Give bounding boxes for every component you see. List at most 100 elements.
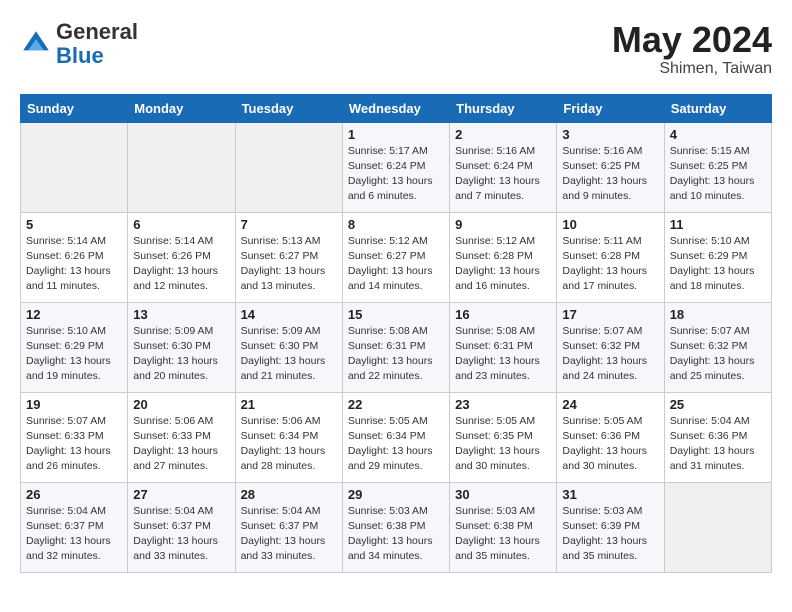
location-subtitle: Shimen, Taiwan [612, 60, 772, 78]
calendar-cell: 19 Sunrise: 5:07 AMSunset: 6:33 PMDayligh… [21, 392, 128, 482]
logo-blue: Blue [56, 43, 104, 68]
calendar-week-row: 5Sunrise: 5:14 AMSunset: 6:26 PMDaylight… [21, 212, 772, 302]
logo-text: General Blue [56, 20, 138, 68]
day-number: 30 [455, 487, 551, 502]
calendar-cell: 20 Sunrise: 5:06 AMSunset: 6:33 PMDayligh… [128, 392, 235, 482]
day-info: Sunrise: 5:07 AMSunset: 6:32 PMDaylight:… [670, 324, 766, 385]
day-number: 18 [670, 307, 766, 322]
calendar-cell: 18 Sunrise: 5:07 AMSunset: 6:32 PMDayligh… [664, 302, 771, 392]
day-number: 15 [348, 307, 444, 322]
day-info: Sunrise: 5:12 AMSunset: 6:28 PMDaylight:… [455, 234, 551, 295]
calendar-cell: 1 Sunrise: 5:17 AMSunset: 6:24 PMDaylight… [342, 122, 449, 212]
calendar-cell: 28 Sunrise: 5:04 AMSunset: 6:37 PMDayligh… [235, 482, 342, 572]
day-number: 27 [133, 487, 229, 502]
calendar-cell [664, 482, 771, 572]
calendar-cell [21, 122, 128, 212]
day-number: 1 [348, 127, 444, 142]
calendar-cell: 15 Sunrise: 5:08 AMSunset: 6:31 PMDayligh… [342, 302, 449, 392]
day-number: 7 [241, 217, 337, 232]
calendar-cell: 27 Sunrise: 5:04 AMSunset: 6:37 PMDayligh… [128, 482, 235, 572]
day-number: 3 [562, 127, 658, 142]
day-number: 31 [562, 487, 658, 502]
calendar-cell: 4 Sunrise: 5:15 AMSunset: 6:25 PMDaylight… [664, 122, 771, 212]
logo-icon [20, 28, 52, 60]
day-number: 14 [241, 307, 337, 322]
day-info: Sunrise: 5:03 AMSunset: 6:38 PMDaylight:… [455, 504, 551, 565]
day-info: Sunrise: 5:04 AMSunset: 6:37 PMDaylight:… [26, 504, 122, 565]
day-info: Sunrise: 5:13 AMSunset: 6:27 PMDaylight:… [241, 234, 337, 295]
day-number: 10 [562, 217, 658, 232]
day-info: Sunrise: 5:06 AMSunset: 6:33 PMDaylight:… [133, 414, 229, 475]
day-number: 13 [133, 307, 229, 322]
calendar-cell: 30 Sunrise: 5:03 AMSunset: 6:38 PMDayligh… [450, 482, 557, 572]
day-number: 16 [455, 307, 551, 322]
calendar-cell: 31 Sunrise: 5:03 AMSunset: 6:39 PMDayligh… [557, 482, 664, 572]
day-number: 9 [455, 217, 551, 232]
calendar-week-row: 26Sunrise: 5:04 AMSunset: 6:37 PMDayligh… [21, 482, 772, 572]
month-title: May 2024 [612, 20, 772, 60]
day-info: Sunrise: 5:12 AMSunset: 6:27 PMDaylight:… [348, 234, 444, 295]
day-number: 21 [241, 397, 337, 412]
logo-general: General [56, 19, 138, 44]
calendar-cell: 29 Sunrise: 5:03 AMSunset: 6:38 PMDayligh… [342, 482, 449, 572]
calendar-week-row: 12Sunrise: 5:10 AMSunset: 6:29 PMDayligh… [21, 302, 772, 392]
day-number: 20 [133, 397, 229, 412]
calendar-cell: 17 Sunrise: 5:07 AMSunset: 6:32 PMDayligh… [557, 302, 664, 392]
day-info: Sunrise: 5:09 AMSunset: 6:30 PMDaylight:… [241, 324, 337, 385]
calendar-cell [235, 122, 342, 212]
calendar-week-row: 19 Sunrise: 5:07 AMSunset: 6:33 PMDayligh… [21, 392, 772, 482]
day-info: Sunrise: 5:16 AMSunset: 6:25 PMDaylight:… [562, 144, 658, 205]
calendar-week-row: 1 Sunrise: 5:17 AMSunset: 6:24 PMDaylight… [21, 122, 772, 212]
calendar-cell: 14 Sunrise: 5:09 AMSunset: 6:30 PMDayligh… [235, 302, 342, 392]
day-info: Sunrise: 5:16 AMSunset: 6:24 PMDaylight:… [455, 144, 551, 205]
day-number: 4 [670, 127, 766, 142]
day-info: Sunrise: 5:08 AMSunset: 6:31 PMDaylight:… [455, 324, 551, 385]
calendar-cell: 2Sunrise: 5:16 AMSunset: 6:24 PMDaylight… [450, 122, 557, 212]
day-info: Sunrise: 5:05 AMSunset: 6:36 PMDaylight:… [562, 414, 658, 475]
calendar-table: SundayMondayTuesdayWednesdayThursdayFrid… [20, 94, 772, 573]
day-number: 24 [562, 397, 658, 412]
weekday-header-monday: Monday [128, 94, 235, 122]
day-info: Sunrise: 5:07 AMSunset: 6:33 PMDaylight:… [26, 414, 122, 475]
day-number: 17 [562, 307, 658, 322]
day-info: Sunrise: 5:05 AMSunset: 6:35 PMDaylight:… [455, 414, 551, 475]
weekday-header-tuesday: Tuesday [235, 94, 342, 122]
day-info: Sunrise: 5:10 AMSunset: 6:29 PMDaylight:… [670, 234, 766, 295]
calendar-cell: 23 Sunrise: 5:05 AMSunset: 6:35 PMDayligh… [450, 392, 557, 482]
day-number: 6 [133, 217, 229, 232]
day-number: 11 [670, 217, 766, 232]
day-number: 8 [348, 217, 444, 232]
day-info: Sunrise: 5:03 AMSunset: 6:39 PMDaylight:… [562, 504, 658, 565]
day-number: 19 [26, 397, 122, 412]
day-info: Sunrise: 5:04 AMSunset: 6:37 PMDaylight:… [241, 504, 337, 565]
day-info: Sunrise: 5:08 AMSunset: 6:31 PMDaylight:… [348, 324, 444, 385]
weekday-header-saturday: Saturday [664, 94, 771, 122]
weekday-header-sunday: Sunday [21, 94, 128, 122]
calendar-cell [128, 122, 235, 212]
weekday-header-friday: Friday [557, 94, 664, 122]
logo: General Blue [20, 20, 138, 68]
calendar-cell: 8 Sunrise: 5:12 AMSunset: 6:27 PMDaylight… [342, 212, 449, 302]
day-info: Sunrise: 5:11 AMSunset: 6:28 PMDaylight:… [562, 234, 658, 295]
day-number: 28 [241, 487, 337, 502]
day-number: 29 [348, 487, 444, 502]
calendar-cell: 13 Sunrise: 5:09 AMSunset: 6:30 PMDayligh… [128, 302, 235, 392]
day-number: 23 [455, 397, 551, 412]
day-info: Sunrise: 5:10 AMSunset: 6:29 PMDaylight:… [26, 324, 122, 385]
calendar-cell: 5Sunrise: 5:14 AMSunset: 6:26 PMDaylight… [21, 212, 128, 302]
calendar-cell: 16 Sunrise: 5:08 AMSunset: 6:31 PMDayligh… [450, 302, 557, 392]
weekday-header-wednesday: Wednesday [342, 94, 449, 122]
day-info: Sunrise: 5:04 AMSunset: 6:37 PMDaylight:… [133, 504, 229, 565]
day-number: 25 [670, 397, 766, 412]
calendar-cell: 21Sunrise: 5:06 AMSunset: 6:34 PMDayligh… [235, 392, 342, 482]
calendar-cell: 6Sunrise: 5:14 AMSunset: 6:26 PMDaylight… [128, 212, 235, 302]
day-info: Sunrise: 5:07 AMSunset: 6:32 PMDaylight:… [562, 324, 658, 385]
day-number: 5 [26, 217, 122, 232]
calendar-cell: 24 Sunrise: 5:05 AMSunset: 6:36 PMDayligh… [557, 392, 664, 482]
weekday-header-row: SundayMondayTuesdayWednesdayThursdayFrid… [21, 94, 772, 122]
day-info: Sunrise: 5:15 AMSunset: 6:25 PMDaylight:… [670, 144, 766, 205]
day-info: Sunrise: 5:09 AMSunset: 6:30 PMDaylight:… [133, 324, 229, 385]
day-info: Sunrise: 5:17 AMSunset: 6:24 PMDaylight:… [348, 144, 444, 205]
day-info: Sunrise: 5:03 AMSunset: 6:38 PMDaylight:… [348, 504, 444, 565]
calendar-cell: 7 Sunrise: 5:13 AMSunset: 6:27 PMDaylight… [235, 212, 342, 302]
